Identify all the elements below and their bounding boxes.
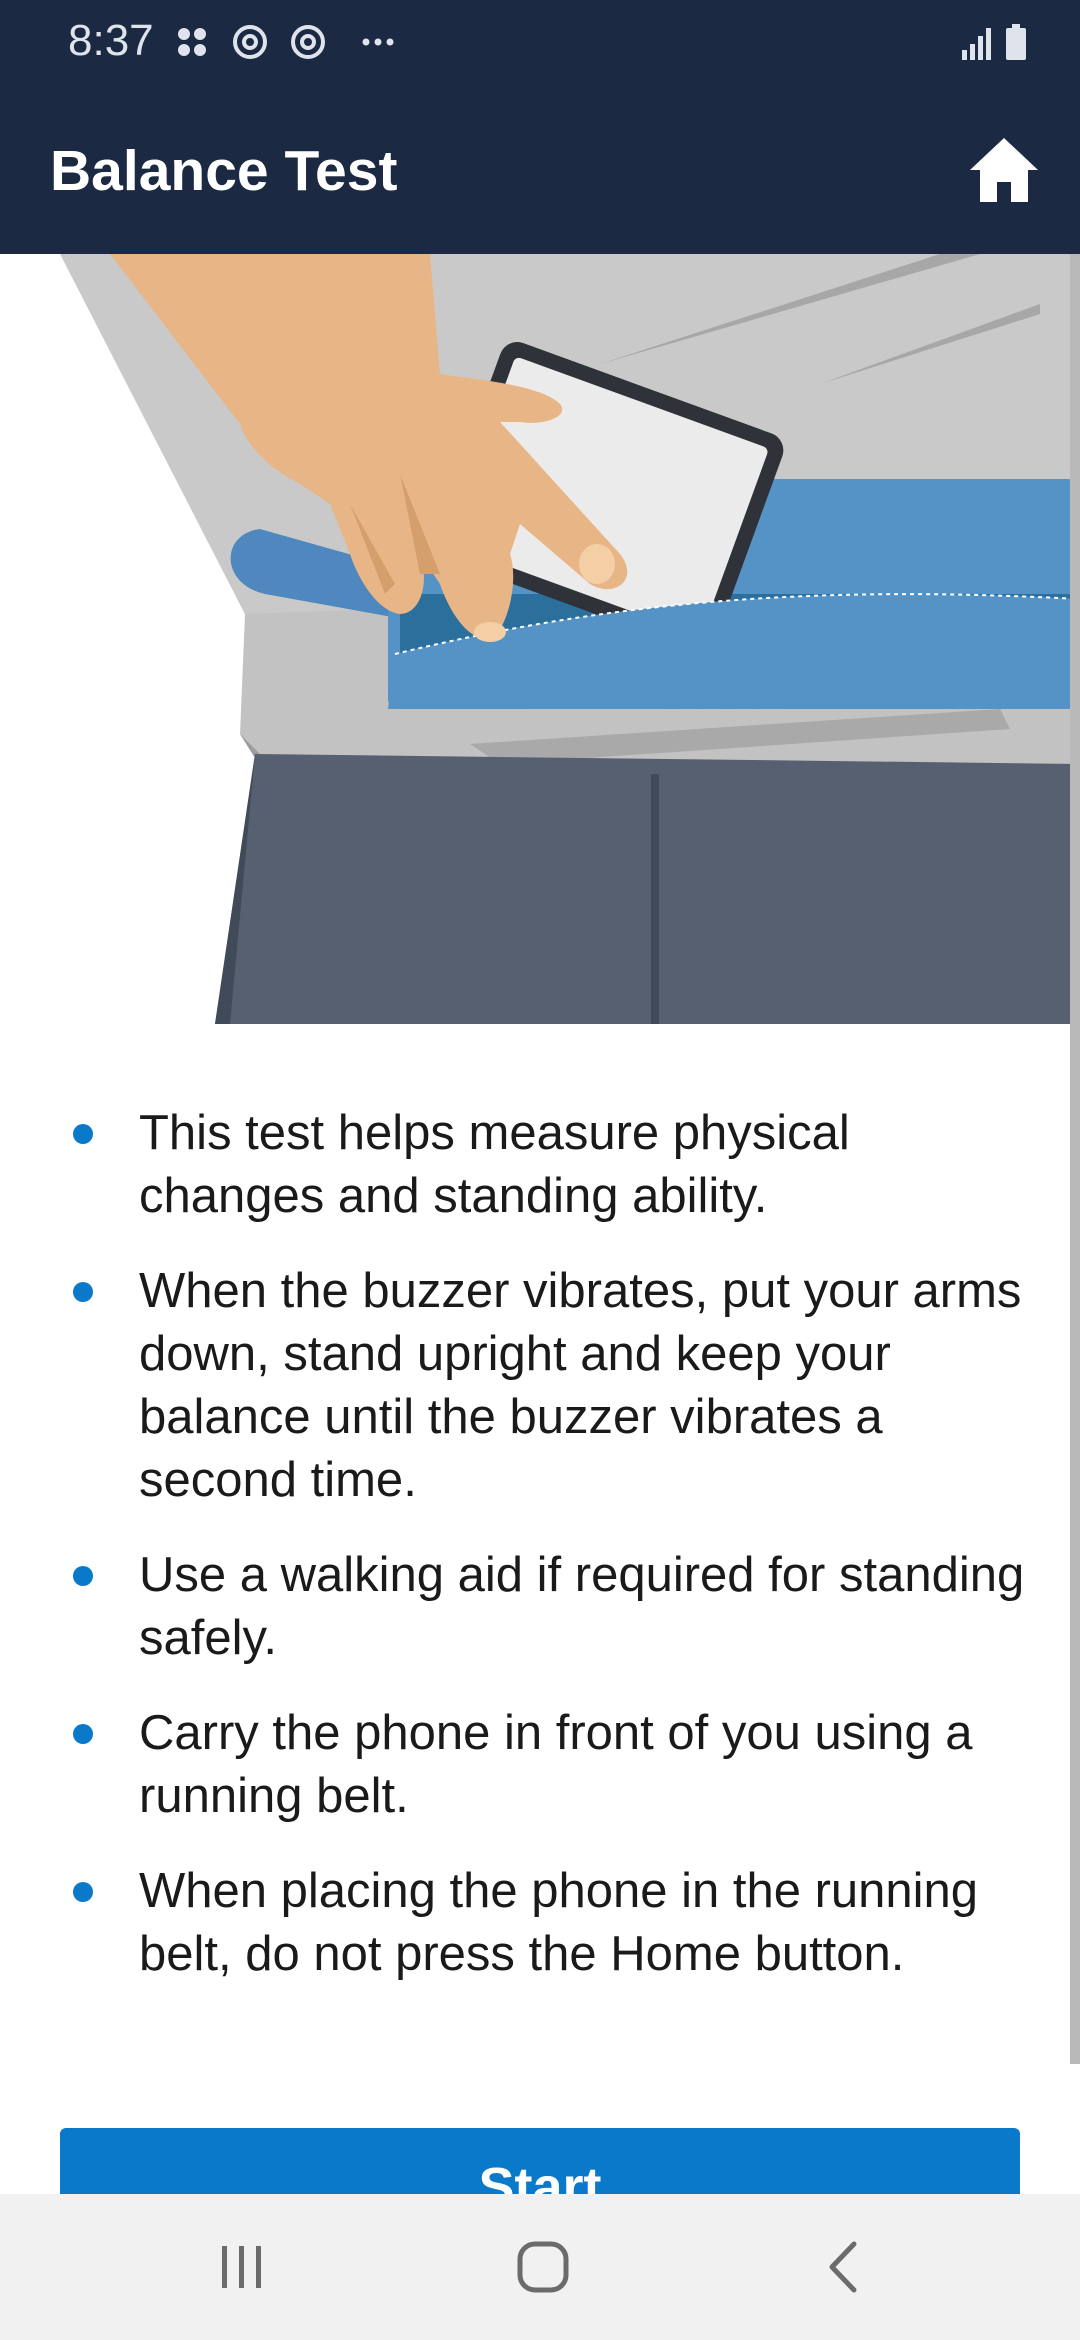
list-item: This test helps measure physical changes… [0,1102,1080,1228]
system-nav-bar [0,2194,1080,2340]
bullet-dot [73,1882,93,1902]
sync-circle-icon [233,25,267,59]
signal-icon [962,28,991,60]
more-dots-icon [362,38,394,46]
instructions-list: This test helps measure physical changes… [0,1102,1080,2018]
status-bar: 8:37 [0,0,1080,84]
content-scroll-area[interactable]: This test helps measure physical changes… [0,254,1080,2194]
list-item: Carry the phone in front of you using a … [0,1702,1080,1828]
phone-in-running-belt-illustration [60,254,1080,1024]
back-button[interactable] [810,2232,880,2302]
nav-home-button[interactable] [508,2232,578,2302]
grid-dots-icon [178,28,206,56]
list-item: Use a walking aid if required for standi… [0,1544,1080,1670]
back-icon [829,2241,857,2293]
instruction-text: This test helps measure physical changes… [139,1106,850,1223]
app-bar: Balance Test [0,84,1080,254]
status-time: 8:37 [68,16,154,65]
bullet-dot [73,1566,93,1586]
instruction-text: When the buzzer vibrates, put your arms … [139,1264,1022,1507]
instruction-text: Use a walking aid if required for standi… [139,1548,1025,1665]
instruction-text: Carry the phone in front of you using a … [139,1706,973,1823]
bullet-dot [73,1282,93,1302]
bullet-dot [73,1724,93,1744]
home-button[interactable] [964,130,1044,210]
home-icon [970,138,1038,202]
home-circle-icon [517,2241,569,2293]
start-button[interactable]: Start [60,2128,1020,2194]
list-item: When the buzzer vibrates, put your arms … [0,1260,1080,1512]
status-system-icons [962,24,1026,60]
status-notification-icons [178,25,394,59]
battery-icon [1006,24,1026,60]
bullet-dot [73,1124,93,1144]
recent-apps-button[interactable] [206,2232,276,2302]
recent-apps-icon [222,2246,261,2288]
page-title: Balance Test [50,139,398,203]
instruction-text: When placing the phone in the running be… [139,1864,979,1981]
scrollbar[interactable] [1070,254,1080,2064]
sync-circle-icon [291,25,325,59]
list-item: When placing the phone in the running be… [0,1860,1080,1986]
